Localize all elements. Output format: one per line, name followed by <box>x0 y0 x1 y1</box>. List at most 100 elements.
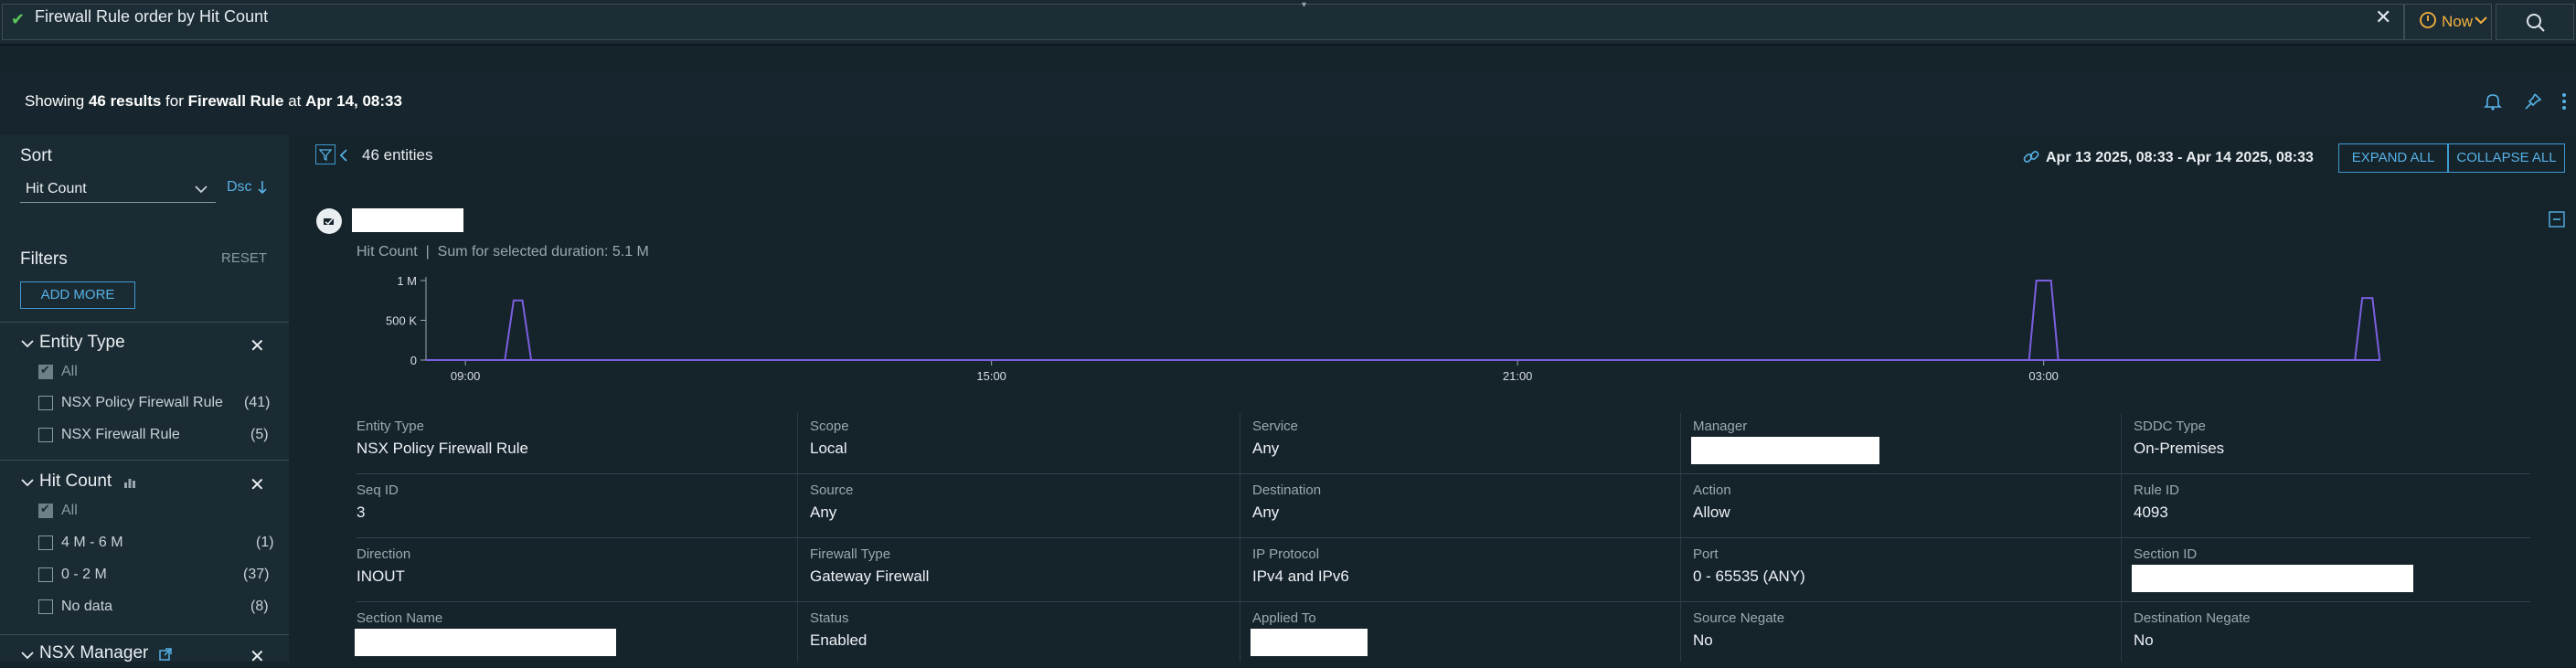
time-range-label: Apr 13 2025, 08:33 - Apr 14 2025, 08:33 <box>2046 150 2314 165</box>
scroll-indicator-icon: ▾ <box>1302 0 1307 10</box>
detail-value: No <box>2134 631 2154 649</box>
sort-title: Sort <box>20 146 52 165</box>
detail-value: No <box>1693 631 1713 649</box>
hit-count-option-label: No data <box>61 599 113 614</box>
add-more-button[interactable]: ADD MORE <box>20 281 135 309</box>
row-divider <box>357 473 2530 474</box>
check-icon: ✔ <box>11 10 26 28</box>
firewall-rule-glyph-icon <box>322 214 336 233</box>
hit-count-option-checkbox[interactable] <box>38 599 53 614</box>
collapse-all-button[interactable]: COLLAPSE ALL <box>2448 143 2565 173</box>
detail-value: INOUT <box>357 567 405 585</box>
column-divider <box>797 413 798 662</box>
detail-value-redacted <box>2132 565 2413 592</box>
series-line <box>426 280 2381 361</box>
hit-count-option-checkbox[interactable] <box>38 535 53 550</box>
hit-count-all-label: All <box>61 503 78 518</box>
detail-value: Any <box>810 504 837 521</box>
chevron-left-icon[interactable] <box>339 148 348 167</box>
detail-value: Enabled <box>810 631 868 649</box>
entity-type-option-count: (5) <box>250 427 269 442</box>
arrow-down-icon[interactable] <box>257 179 268 200</box>
clear-search-icon[interactable]: ✕ <box>2375 5 2391 29</box>
pin-icon[interactable] <box>2523 91 2543 116</box>
detail-label: IP Protocol <box>1252 546 1320 562</box>
detail-value: Gateway Firewall <box>810 567 930 585</box>
entity-type-all-label: All <box>61 364 78 379</box>
sort-select-value: Hit Count <box>26 181 87 196</box>
x-tick-label: 15:00 <box>976 369 1006 383</box>
detail-value: 0 - 65535 (ANY) <box>1693 567 1805 585</box>
chevron-down-icon <box>2474 13 2488 32</box>
search-query-text[interactable]: Firewall Rule order by Hit Count <box>35 7 268 27</box>
chevron-down-icon[interactable] <box>20 337 35 355</box>
detail-label: Port <box>1693 546 1719 562</box>
external-link-icon[interactable] <box>158 647 173 666</box>
hit-count-chart: 0 500 K 1 M 09:00 15:00 21:00 03:00 <box>386 274 2381 383</box>
divider <box>0 322 289 323</box>
expand-all-button[interactable]: EXPAND ALL <box>2338 143 2448 173</box>
column-divider <box>1680 413 1681 662</box>
detail-value: 4093 <box>2134 504 2168 521</box>
detail-label: Manager <box>1693 419 1748 434</box>
detail-value-redacted <box>1691 437 1879 464</box>
checkmark-icon: ✔ <box>40 363 50 376</box>
search-icon <box>2525 12 2547 38</box>
detail-value: NSX Policy Firewall Rule <box>357 440 528 457</box>
detail-label: Source <box>810 482 854 498</box>
detail-label: Action <box>1693 482 1731 498</box>
entity-type-option-count: (41) <box>244 395 271 410</box>
x-tick-label: 21:00 <box>1503 369 1533 383</box>
divider <box>0 460 289 461</box>
close-icon[interactable]: ✕ <box>250 473 265 496</box>
hit-count-option-count: (1) <box>256 535 274 550</box>
detail-label: Firewall Type <box>810 546 891 562</box>
detail-value: IPv4 and IPv6 <box>1252 567 1349 585</box>
entity-type-option-checkbox[interactable] <box>38 428 53 442</box>
nsx-manager-facet-title: NSX Manager <box>39 643 149 663</box>
y-tick-label: 500 K <box>386 314 417 328</box>
entity-type-facet-title: Entity Type <box>39 333 125 352</box>
entity-type-option-checkbox[interactable] <box>38 396 53 410</box>
y-tick-label: 1 M <box>397 274 417 288</box>
row-divider <box>357 537 2530 538</box>
x-tick-label: 09:00 <box>451 369 481 383</box>
detail-value: On-Premises <box>2134 440 2225 457</box>
detail-label: Rule ID <box>2134 482 2180 498</box>
detail-label: Section ID <box>2134 546 2198 562</box>
results-summary: Showing 46 results for Firewall Rule at … <box>25 92 402 110</box>
chevron-down-icon[interactable] <box>20 649 35 666</box>
entity-name-redacted[interactable] <box>352 208 463 232</box>
detail-label: Status <box>810 610 849 626</box>
hit-count-option-label: 0 - 2 M <box>61 567 107 582</box>
close-icon[interactable]: ✕ <box>250 645 265 668</box>
y-tick-label: 0 <box>410 354 417 367</box>
sort-order-toggle[interactable]: Dsc <box>227 179 252 196</box>
detail-label: Destination Negate <box>2134 610 2251 626</box>
search-input[interactable] <box>2 4 2404 40</box>
close-icon[interactable]: ✕ <box>250 334 265 357</box>
entity-type-option-label: NSX Firewall Rule <box>61 427 180 442</box>
detail-value: Any <box>1252 504 1280 521</box>
bell-icon[interactable] <box>2483 91 2503 116</box>
metric-header: Hit Count | Sum for selected duration: 5… <box>357 244 649 260</box>
link-icon <box>2022 148 2040 171</box>
entities-count: 46 entities <box>362 146 433 164</box>
x-tick-label: 03:00 <box>2028 369 2059 383</box>
hit-count-option-count: (37) <box>243 567 270 582</box>
bar-chart-icon <box>123 476 136 493</box>
more-options-icon[interactable] <box>2560 91 2568 116</box>
chevron-down-icon[interactable] <box>20 476 35 493</box>
hit-count-option-label: 4 M - 6 M <box>61 535 123 550</box>
collapse-card-icon[interactable] <box>2549 211 2565 232</box>
hit-count-facet-title: Hit Count <box>39 472 112 491</box>
time-selector-label: Now <box>2442 13 2474 30</box>
hit-count-option-checkbox[interactable] <box>38 567 53 582</box>
detail-value-redacted <box>355 629 616 656</box>
detail-label: Section Name <box>357 610 443 626</box>
detail-label: Entity Type <box>357 419 424 434</box>
checkmark-icon: ✔ <box>40 502 50 515</box>
reset-filters-link[interactable]: RESET <box>221 250 267 266</box>
detail-value: 3 <box>357 504 366 521</box>
clock-icon <box>2419 11 2437 34</box>
